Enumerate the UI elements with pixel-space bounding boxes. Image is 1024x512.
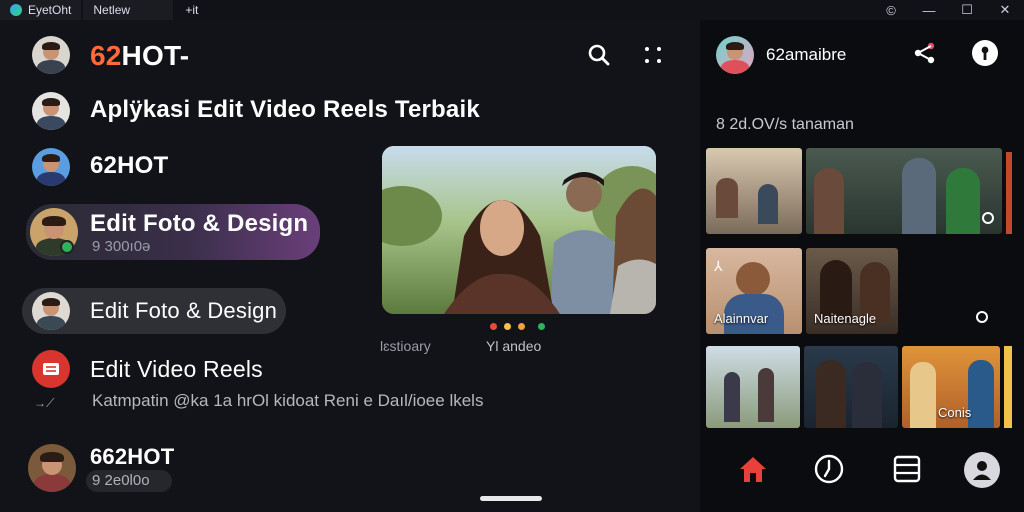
avatar[interactable] bbox=[32, 36, 70, 74]
brand-suffix: HOT- bbox=[121, 40, 190, 71]
thumbnail[interactable] bbox=[706, 346, 800, 428]
tab-2-label: Netlew bbox=[93, 3, 131, 17]
tab-1-label: EyetOht bbox=[28, 3, 72, 17]
window-titlebar: EyetOht Netlew +it © — ☐ ✕ bbox=[0, 0, 1024, 20]
select-radio[interactable] bbox=[976, 311, 988, 323]
main-panel: 62HOT- Aplÿkasi Edit Video Reels Terbaik… bbox=[0, 20, 700, 512]
list-item-title: Edit Foto & Design bbox=[90, 210, 309, 237]
tab-3[interactable]: +it bbox=[175, 0, 208, 20]
brand-prefix: 62 bbox=[90, 40, 122, 71]
scroll-edge bbox=[1004, 346, 1012, 428]
thumb-label: Naitenagle bbox=[814, 311, 877, 326]
clock-icon[interactable] bbox=[812, 452, 846, 486]
list-item-subtitle: 9 2e0l0o bbox=[92, 472, 150, 489]
video-reels-icon[interactable] bbox=[32, 350, 70, 388]
tab-2[interactable]: Netlew bbox=[83, 0, 174, 20]
close-button[interactable]: ✕ bbox=[986, 2, 1024, 18]
profile-name: 62amaibre bbox=[766, 45, 847, 64]
grid-icon[interactable] bbox=[640, 42, 666, 68]
info-icon[interactable] bbox=[972, 40, 998, 66]
list-item-subtitle: 9 300ı0ə bbox=[92, 238, 151, 255]
online-badge bbox=[60, 240, 74, 254]
select-radio[interactable] bbox=[982, 212, 994, 224]
profile-icon[interactable] bbox=[964, 452, 1000, 488]
carousel-dots bbox=[490, 323, 545, 330]
thumbnail[interactable] bbox=[804, 346, 898, 428]
scroll-edge bbox=[1006, 152, 1012, 234]
maximize-button[interactable]: ☐ bbox=[948, 2, 986, 18]
list-item-title: Edit Foto & Design bbox=[90, 298, 278, 323]
thumbnail[interactable]: Conis bbox=[902, 346, 1000, 428]
share-icon[interactable] bbox=[912, 40, 938, 66]
search-icon[interactable] bbox=[586, 42, 612, 68]
home-icon[interactable] bbox=[736, 452, 770, 486]
home-indicator bbox=[480, 496, 542, 501]
thumb-label: Conis bbox=[938, 405, 972, 420]
thumbnail[interactable] bbox=[706, 148, 802, 234]
avatar[interactable] bbox=[32, 292, 70, 330]
avatar[interactable] bbox=[28, 444, 76, 492]
copyright-icon[interactable]: © bbox=[872, 3, 910, 18]
dot[interactable] bbox=[490, 323, 497, 330]
profile-avatar[interactable] bbox=[716, 36, 754, 74]
preview-label-right: Yl andeo bbox=[486, 338, 542, 354]
avatar[interactable] bbox=[32, 92, 70, 130]
list-item-title[interactable]: 62HOT bbox=[90, 152, 168, 180]
list-item-subtitle: Katmpatin @ka 1a hrOl kidoat Reni e Daıl… bbox=[92, 391, 484, 410]
list-item-title[interactable]: Aplÿkasi Edit Video Reels Terbaik bbox=[90, 96, 480, 124]
avatar[interactable] bbox=[32, 148, 70, 186]
thumb-icon: ⅄ bbox=[714, 258, 723, 274]
preview-label-left: lɛstioary bbox=[380, 338, 431, 354]
preview-photo[interactable] bbox=[382, 146, 656, 314]
app-icon bbox=[10, 4, 22, 16]
thumbnail[interactable]: Naitenagle bbox=[806, 248, 898, 334]
dot[interactable] bbox=[538, 323, 545, 330]
right-panel: 62amaibre 8 2d.OV/s tanaman ⅄ Alainnvar … bbox=[700, 20, 1024, 512]
tab-3-label: +it bbox=[185, 3, 199, 17]
arrow-icon: →⟋ bbox=[34, 396, 55, 410]
thumbnail[interactable] bbox=[806, 148, 1002, 234]
thumbnail[interactable]: ⅄ Alainnvar bbox=[706, 248, 802, 334]
thumb-label: Alainnvar bbox=[714, 311, 769, 326]
section-title: 8 2d.OV/s tanaman bbox=[716, 116, 854, 133]
list-item-title[interactable]: 662HOT bbox=[90, 444, 174, 470]
list-icon[interactable] bbox=[890, 452, 924, 486]
tab-1[interactable]: EyetOht bbox=[0, 0, 82, 20]
list-item-title[interactable]: Edit Video Reels bbox=[90, 356, 263, 383]
dot[interactable] bbox=[518, 323, 525, 330]
brand-title: 62HOT- bbox=[90, 40, 189, 72]
minimize-button[interactable]: — bbox=[910, 3, 948, 18]
dot[interactable] bbox=[504, 323, 511, 330]
